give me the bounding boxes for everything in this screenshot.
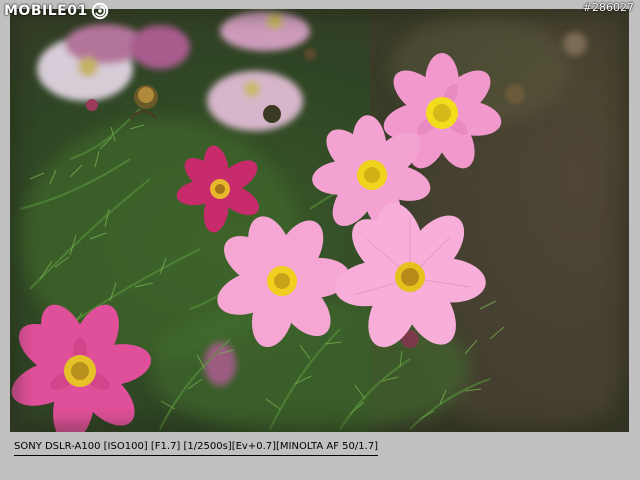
flower-photo (10, 9, 629, 432)
photo-exif-caption: SONY DSLR-A100 [ISO100] [F1.7] [1/2500s]… (14, 441, 379, 456)
logo-swirl-icon (91, 2, 108, 20)
photo-frame (10, 9, 629, 432)
site-logo: MOBILE01 (4, 1, 109, 21)
logo-text: MOBILE01 (4, 3, 88, 19)
photo-id: #286027 (582, 1, 634, 14)
